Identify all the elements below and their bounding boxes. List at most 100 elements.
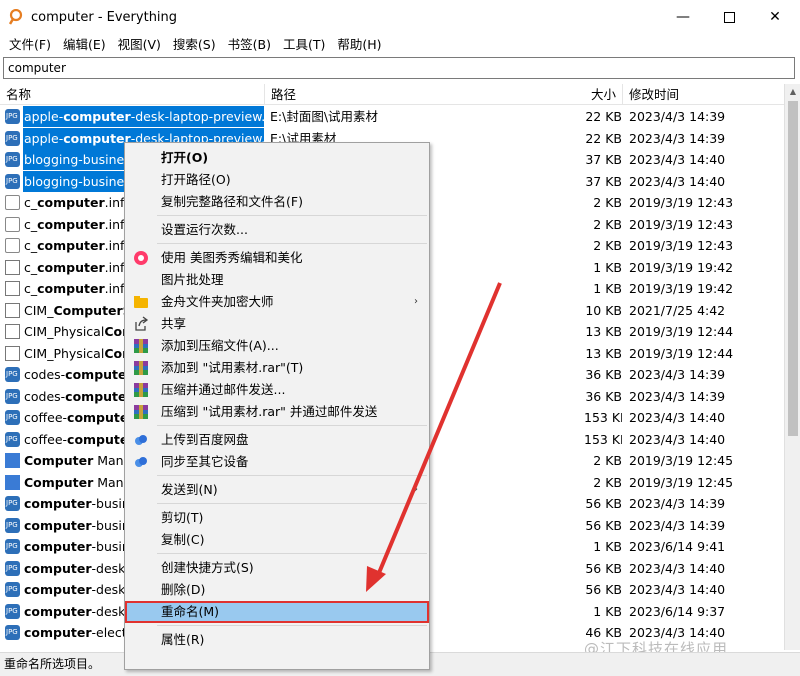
context-menu-item[interactable]: 打开(O) xyxy=(126,147,428,169)
column-header-date[interactable]: 修改时间 xyxy=(622,84,784,105)
file-size: 2 KB xyxy=(593,216,622,232)
context-menu-label: 上传到百度网盘 xyxy=(161,432,249,447)
winrar-icon xyxy=(133,360,149,376)
winrar-icon xyxy=(133,338,149,354)
context-menu-item[interactable]: 复制(C) xyxy=(126,529,428,551)
context-menu-item[interactable]: 同步至其它设备 xyxy=(126,451,428,473)
menu-separator xyxy=(157,503,427,504)
share-icon xyxy=(133,316,149,332)
image-file-icon: JPG xyxy=(5,109,20,124)
title-bar: computer - Everything — ✕ xyxy=(0,0,800,34)
context-menu-item[interactable]: 图片批处理 xyxy=(126,269,428,291)
column-header-size[interactable]: 大小 xyxy=(584,84,622,105)
image-file-icon: JPG xyxy=(5,130,20,146)
inf-file-icon xyxy=(5,238,20,253)
table-row[interactable]: JPG apple-computer-desk-laptop-preview...… xyxy=(0,106,784,128)
window-title: computer - Everything xyxy=(31,10,178,25)
context-menu-label: 重命名(M) xyxy=(161,604,220,619)
close-icon: ✕ xyxy=(769,9,781,25)
column-header-name[interactable]: 名称 xyxy=(0,84,264,105)
context-menu-label: 共享 xyxy=(161,316,187,331)
column-header-path[interactable]: 路径 xyxy=(264,84,584,105)
image-file-icon: JPG xyxy=(5,625,20,640)
search-input[interactable]: computer xyxy=(3,57,795,79)
context-menu-label: 金舟文件夹加密大师 xyxy=(161,294,274,309)
context-menu-item[interactable]: 重命名(M) xyxy=(125,601,429,623)
context-menu-item[interactable]: 设置运行次数... xyxy=(126,219,428,241)
document-file-icon xyxy=(5,324,20,339)
menu-tools[interactable]: 工具(T) xyxy=(278,35,330,55)
document-file-icon xyxy=(5,345,20,361)
modified-date: 2023/6/14 9:37 xyxy=(629,603,726,619)
maximize-button[interactable] xyxy=(706,0,752,34)
baidu-cloud-icon xyxy=(133,454,149,470)
file-size: 2 KB xyxy=(593,453,622,468)
menu-separator xyxy=(157,243,427,244)
menu-file[interactable]: 文件(F) xyxy=(4,35,56,55)
minimize-button[interactable]: — xyxy=(660,0,706,34)
scroll-thumb[interactable] xyxy=(788,101,798,436)
file-size: 22 KB xyxy=(585,130,622,146)
menu-separator xyxy=(157,425,427,426)
modified-date: 2019/3/19 12:43 xyxy=(629,216,734,232)
document-file-icon xyxy=(5,281,20,296)
menu-help[interactable]: 帮助(H) xyxy=(332,35,386,55)
context-menu-item[interactable]: 打开路径(O) xyxy=(126,169,428,191)
context-menu-item[interactable]: 压缩并通过邮件发送... xyxy=(126,379,428,401)
modified-date: 2019/3/19 12:45 xyxy=(629,453,734,468)
context-menu-item[interactable]: 压缩到 "试用素材.rar" 并通过邮件发送 xyxy=(126,401,428,423)
context-menu-item[interactable]: 删除(D) xyxy=(126,579,428,601)
scroll-up-icon[interactable]: ▲ xyxy=(785,84,800,100)
folder-lock-icon xyxy=(133,294,149,310)
file-size: 1 KB xyxy=(593,539,622,554)
image-file-icon: JPG xyxy=(5,431,20,447)
context-menu-label: 压缩到 "试用素材.rar" 并通过邮件发送 xyxy=(161,404,378,419)
context-menu: 打开(O) 打开路径(O) 复制完整路径和文件名(F) 设置运行次数... 使用 美图秀… xyxy=(124,142,430,670)
minimize-icon: — xyxy=(676,9,690,25)
file-size: 2 KB xyxy=(593,238,622,253)
modified-date: 2019/3/19 19:42 xyxy=(629,281,734,296)
file-size: 13 KB xyxy=(585,324,622,339)
file-size: 10 KB xyxy=(585,302,622,318)
file-size: 56 KB xyxy=(585,560,622,576)
file-size: 153 KB xyxy=(584,410,622,425)
context-menu-item[interactable]: 使用 美图秀秀编辑和美化 xyxy=(126,247,428,269)
modified-date: 2023/4/3 14:39 xyxy=(629,130,726,146)
inf-file-icon xyxy=(5,216,20,232)
context-menu-item[interactable]: 添加到压缩文件(A)... xyxy=(126,335,428,357)
context-menu-label: 属性(R) xyxy=(161,632,205,647)
menu-bookmarks[interactable]: 书签(B) xyxy=(223,35,276,55)
context-menu-label: 发送到(N) xyxy=(161,482,218,497)
menu-separator xyxy=(157,475,427,476)
vertical-scrollbar[interactable]: ▲ xyxy=(784,84,800,650)
context-menu-item[interactable]: 剪切(T) xyxy=(126,507,428,529)
meitu-icon xyxy=(133,250,149,266)
context-menu-item[interactable]: 发送到(N) › xyxy=(126,479,428,501)
modified-date: 2023/4/3 14:40 xyxy=(629,431,726,447)
context-menu-label: 复制(C) xyxy=(161,532,205,547)
context-menu-label: 创建快捷方式(S) xyxy=(161,560,254,575)
context-menu-item[interactable]: 属性(R) xyxy=(126,629,428,651)
image-file-icon: JPG xyxy=(5,517,20,533)
context-menu-item[interactable]: 创建快捷方式(S) xyxy=(126,557,428,579)
file-name: blogging-busines xyxy=(23,170,133,192)
file-size: 1 KB xyxy=(593,603,622,619)
menu-view[interactable]: 视图(V) xyxy=(113,35,166,55)
menu-search[interactable]: 搜索(S) xyxy=(168,35,221,55)
file-size: 2 KB xyxy=(593,195,622,210)
context-menu-item[interactable]: 共享 xyxy=(126,313,428,335)
modified-date: 2021/7/25 4:42 xyxy=(629,302,726,318)
context-menu-item[interactable]: 上传到百度网盘 xyxy=(126,429,428,451)
context-menu-item[interactable]: 金舟文件夹加密大师 › xyxy=(126,291,428,313)
menu-edit[interactable]: 编辑(E) xyxy=(58,35,111,55)
context-menu-item[interactable]: 复制完整路径和文件名(F) xyxy=(126,191,428,213)
file-size: 36 KB xyxy=(585,367,622,382)
menu-bar: 文件(F) 编辑(E) 视图(V) 搜索(S) 书签(B) 工具(T) 帮助(H… xyxy=(0,34,800,56)
file-name: blogging-busines xyxy=(23,149,133,170)
modified-date: 2023/4/3 14:39 xyxy=(629,388,726,404)
context-menu-label: 压缩并通过邮件发送... xyxy=(161,382,286,397)
file-path: E:\封面图\试用素材 xyxy=(270,109,379,124)
image-file-icon: JPG xyxy=(5,410,20,425)
close-button[interactable]: ✕ xyxy=(752,0,798,34)
context-menu-item[interactable]: 添加到 "试用素材.rar"(T) xyxy=(126,357,428,379)
